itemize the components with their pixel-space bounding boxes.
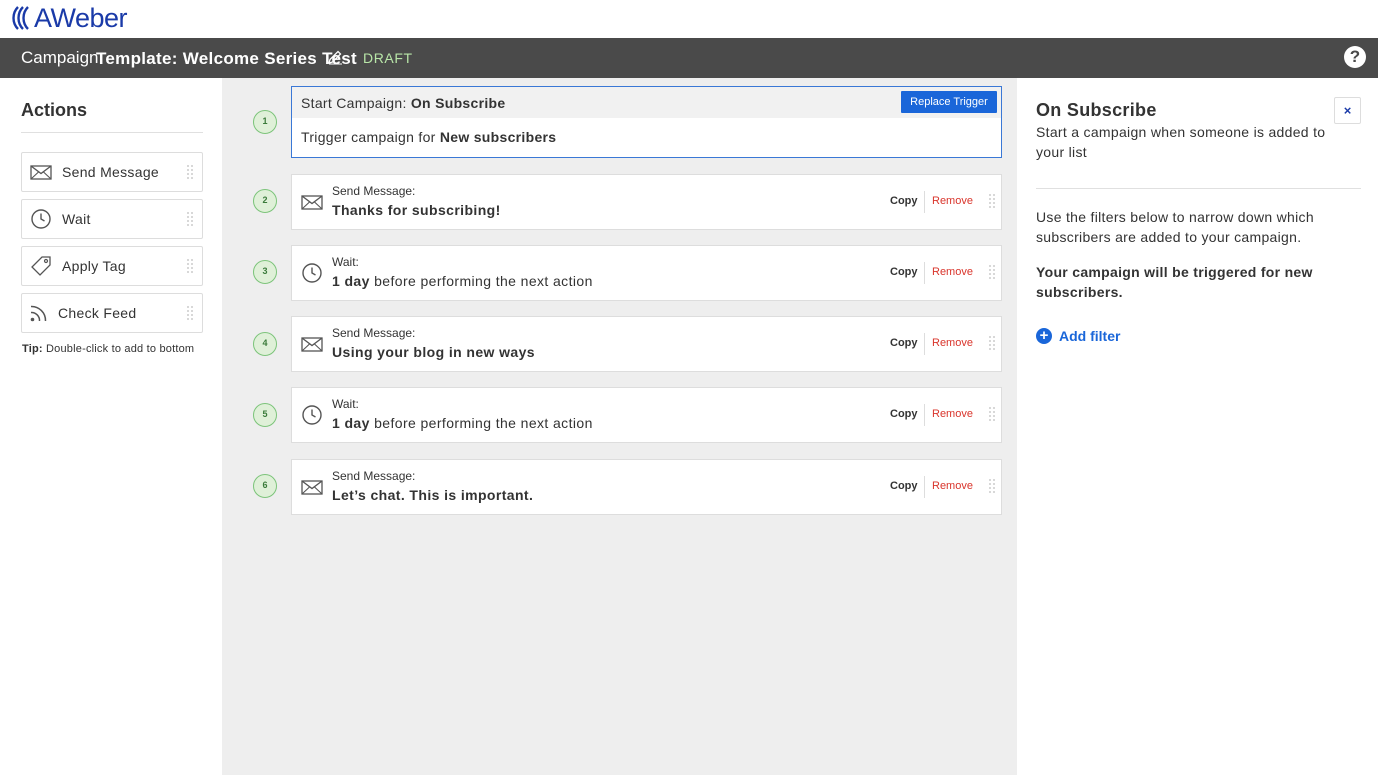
copy-button[interactable]: Copy <box>890 195 918 207</box>
action-label: Wait <box>62 211 91 227</box>
drag-handle-icon[interactable] <box>988 193 996 211</box>
action-label: Apply Tag <box>62 258 126 274</box>
status-badge: DRAFT <box>363 50 413 66</box>
step-type: Wait: <box>332 255 359 269</box>
step-number: 6 <box>253 474 277 498</box>
step-card-send-message[interactable]: Send Message: Thanks for subscribing! Co… <box>291 174 1002 230</box>
copy-button[interactable]: Copy <box>890 480 918 492</box>
step-card-send-message[interactable]: Send Message: Using your blog in new way… <box>291 316 1002 372</box>
campaign-canvas: 1 Start Campaign: On Subscribe Replace T… <box>222 78 1017 775</box>
step-card-wait[interactable]: Wait: 1 day before performing the next a… <box>291 245 1002 301</box>
step-detail: 1 day before performing the next action <box>332 415 593 431</box>
clock-icon <box>31 209 51 229</box>
rss-icon <box>30 305 47 322</box>
step-number: 5 <box>253 403 277 427</box>
filter-help-text: Use the filters below to narrow down whi… <box>1036 209 1314 245</box>
step-type: Wait: <box>332 397 359 411</box>
divider <box>924 191 925 213</box>
drag-handle-icon[interactable] <box>988 335 996 353</box>
trigger-note: Your campaign will be triggered for new … <box>1036 264 1313 300</box>
step-detail: 1 day before performing the next action <box>332 273 593 289</box>
divider <box>1036 188 1361 189</box>
step-number: 3 <box>253 260 277 284</box>
envelope-icon <box>301 480 323 495</box>
step-number: 2 <box>253 189 277 213</box>
divider <box>21 132 203 133</box>
step-detail: Let’s chat. This is important. <box>332 487 534 503</box>
help-icon[interactable]: ? <box>1344 46 1366 68</box>
copy-button[interactable]: Copy <box>890 408 918 420</box>
action-wait[interactable]: Wait <box>21 199 203 239</box>
tip-text: Tip: Double-click to add to bottom <box>22 343 195 355</box>
actions-title: Actions <box>21 100 88 120</box>
drag-handle-icon[interactable] <box>988 264 996 282</box>
aweber-logo[interactable]: AWeber <box>10 2 128 33</box>
add-filter-label: Add filter <box>1059 328 1121 344</box>
remove-button[interactable]: Remove <box>932 408 973 420</box>
remove-button[interactable]: Remove <box>932 337 973 349</box>
drag-handle-icon[interactable] <box>186 211 194 229</box>
trigger-card[interactable]: Start Campaign: On Subscribe Replace Tri… <box>291 86 1002 158</box>
step-number: 4 <box>253 332 277 356</box>
step-card-wait[interactable]: Wait: 1 day before performing the next a… <box>291 387 1002 443</box>
trigger-description: Trigger campaign for New subscribers <box>301 129 557 145</box>
copy-button[interactable]: Copy <box>890 266 918 278</box>
actions-panel: Actions Send Message Wait Apply Tag Chec… <box>0 78 222 775</box>
campaign-label: Campaign <box>21 48 99 67</box>
divider <box>924 404 925 426</box>
clock-icon <box>302 263 322 283</box>
drag-handle-icon[interactable] <box>186 164 194 182</box>
step-type: Send Message: <box>332 469 416 483</box>
clock-icon <box>302 405 322 425</box>
pencil-icon[interactable] <box>327 49 343 65</box>
brand-bar: AWeber <box>0 0 1378 38</box>
action-label: Check Feed <box>58 305 137 321</box>
step-type: Send Message: <box>332 326 416 340</box>
trigger-settings-panel: On Subscribe × Start a campaign when som… <box>1017 78 1378 775</box>
action-send-message[interactable]: Send Message <box>21 152 203 192</box>
divider <box>924 262 925 284</box>
remove-button[interactable]: Remove <box>932 266 973 278</box>
remove-button[interactable]: Remove <box>932 480 973 492</box>
divider <box>924 333 925 355</box>
envelope-icon <box>301 195 323 210</box>
close-icon[interactable]: × <box>1334 97 1361 124</box>
add-filter-button[interactable]: + Add filter <box>1036 327 1120 345</box>
logo-text: AWeber <box>34 2 128 33</box>
drag-handle-icon[interactable] <box>186 258 194 276</box>
panel-description: Start a campaign when someone is added t… <box>1036 124 1326 160</box>
copy-button[interactable]: Copy <box>890 337 918 349</box>
plus-circle-icon: + <box>1036 328 1052 344</box>
panel-title: On Subscribe <box>1036 100 1157 120</box>
drag-handle-icon[interactable] <box>186 305 194 323</box>
step-detail: Thanks for subscribing! <box>332 202 501 218</box>
envelope-icon <box>30 165 52 180</box>
campaign-name[interactable]: Template: Welcome Series Test <box>96 49 357 69</box>
logo-waves-icon <box>12 6 29 30</box>
step-number: 1 <box>253 110 277 134</box>
trigger-title: Start Campaign: On Subscribe <box>301 95 506 111</box>
action-apply-tag[interactable]: Apply Tag <box>21 246 203 286</box>
envelope-icon <box>301 337 323 352</box>
step-type: Send Message: <box>332 184 416 198</box>
action-check-feed[interactable]: Check Feed <box>21 293 203 333</box>
drag-handle-icon[interactable] <box>988 478 996 496</box>
divider <box>924 476 925 498</box>
tag-icon <box>31 256 51 276</box>
campaign-header: Campaign Template: Welcome Series Test D… <box>0 38 1378 78</box>
action-label: Send Message <box>62 164 159 180</box>
trigger-header: Start Campaign: On Subscribe Replace Tri… <box>292 87 1001 118</box>
drag-handle-icon[interactable] <box>988 406 996 424</box>
step-detail: Using your blog in new ways <box>332 344 535 360</box>
step-card-send-message[interactable]: Send Message: Let’s chat. This is import… <box>291 459 1002 515</box>
replace-trigger-button[interactable]: Replace Trigger <box>901 91 997 113</box>
remove-button[interactable]: Remove <box>932 195 973 207</box>
